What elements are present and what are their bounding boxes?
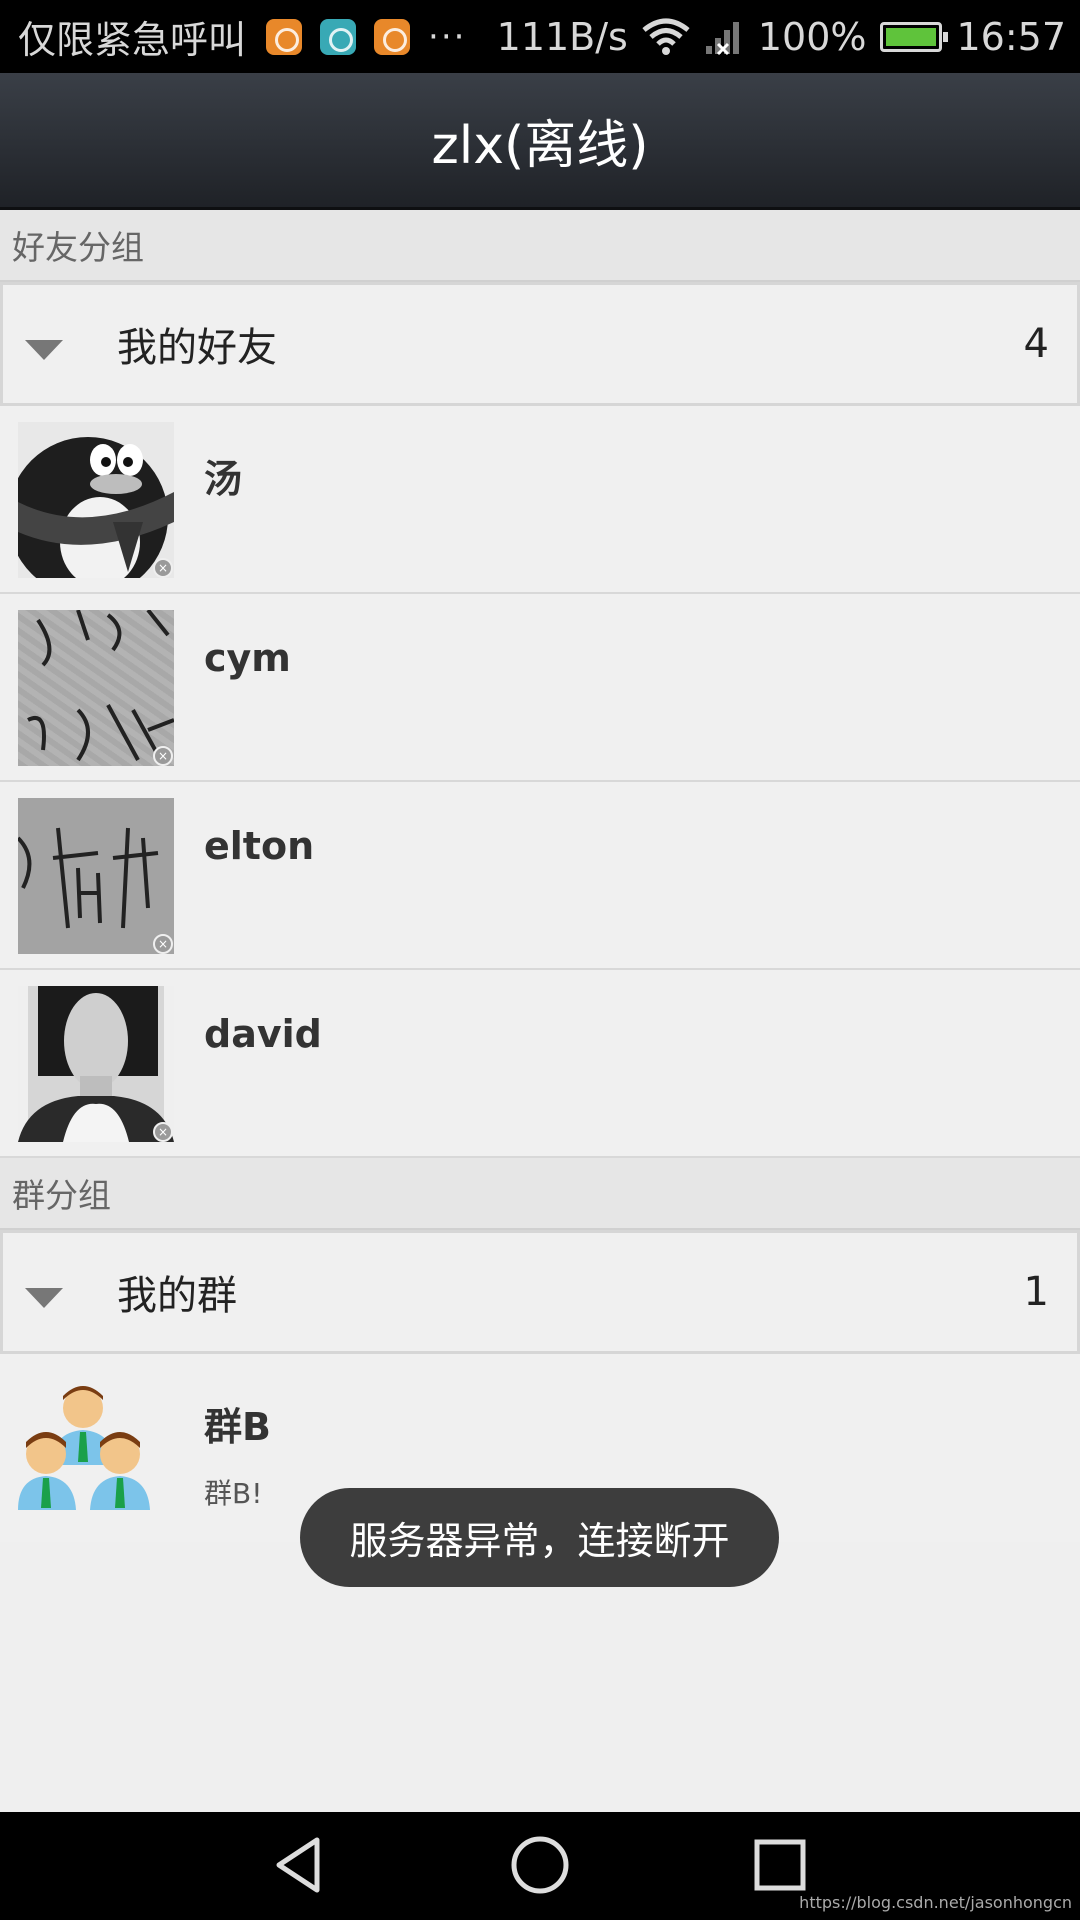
carrier-label: 仅限紧急呼叫 — [18, 18, 247, 62]
back-icon[interactable] — [265, 1830, 335, 1900]
friend-name: elton — [204, 824, 315, 868]
handwriting-avatar — [18, 798, 174, 954]
group-count: 4 — [1023, 321, 1049, 367]
group-chat-name: 群B — [204, 1405, 271, 1449]
penguin-avatar — [18, 422, 174, 578]
list-item[interactable]: × 汤 — [0, 406, 1080, 594]
group-avatar-icon — [18, 1370, 174, 1526]
group-chat-description: 群B! — [204, 1477, 263, 1510]
wifi-icon — [642, 18, 690, 55]
list-item[interactable]: × elton — [0, 782, 1080, 970]
home-icon[interactable] — [505, 1830, 575, 1900]
clock: 16:57 — [956, 14, 1066, 59]
title-bar: zlx(离线) — [0, 73, 1080, 210]
error-toast: 服务器异常，连接断开 — [300, 1488, 779, 1587]
list-item[interactable]: × david — [0, 970, 1080, 1158]
offline-badge-icon: × — [153, 1122, 173, 1142]
expand-arrow-icon — [25, 340, 63, 360]
group-name: 我的好友 — [117, 325, 277, 371]
watermark: https://blog.csdn.net/jasonhongcn — [799, 1893, 1072, 1912]
chat-group-row[interactable]: 我的群 1 — [0, 1230, 1080, 1354]
signal-icon — [705, 21, 739, 55]
navigation-bar: https://blog.csdn.net/jasonhongcn — [0, 1812, 1080, 1920]
battery-percent: 100% — [757, 14, 867, 59]
offline-badge-icon: × — [153, 934, 173, 954]
list-item[interactable]: × cym — [0, 594, 1080, 782]
uc-browser-icon — [266, 18, 303, 55]
friend-name: cym — [204, 636, 291, 680]
group-count: 1 — [1023, 1269, 1049, 1315]
friend-name: 汤 — [204, 457, 243, 501]
status-bar: 仅限紧急呼叫 ··· 111B/s 100% 16:57 — [0, 0, 1080, 73]
contact-list[interactable]: 好友分组 我的好友 4 × 汤 × cym × elton × david 群分… — [0, 210, 1080, 1542]
more-notifications-icon: ··· — [428, 16, 467, 57]
net-speed: 111B/s — [496, 14, 628, 59]
group-name: 我的群 — [117, 1273, 237, 1319]
groups-section-header: 群分组 — [0, 1158, 1080, 1230]
handwriting-avatar — [18, 610, 174, 766]
offline-badge-icon: × — [153, 558, 173, 578]
expand-arrow-icon — [25, 1288, 63, 1308]
friend-group-row[interactable]: 我的好友 4 — [0, 282, 1080, 406]
offline-badge-icon: × — [153, 746, 173, 766]
battery-icon — [880, 21, 949, 52]
uc-browser-icon — [374, 18, 411, 55]
android-icon — [320, 18, 357, 55]
friends-section-header: 好友分组 — [0, 210, 1080, 282]
page-title: zlx(离线) — [431, 115, 649, 176]
recent-apps-icon[interactable] — [745, 1830, 815, 1900]
default-person-avatar — [18, 986, 174, 1142]
friend-name: david — [204, 1012, 322, 1056]
